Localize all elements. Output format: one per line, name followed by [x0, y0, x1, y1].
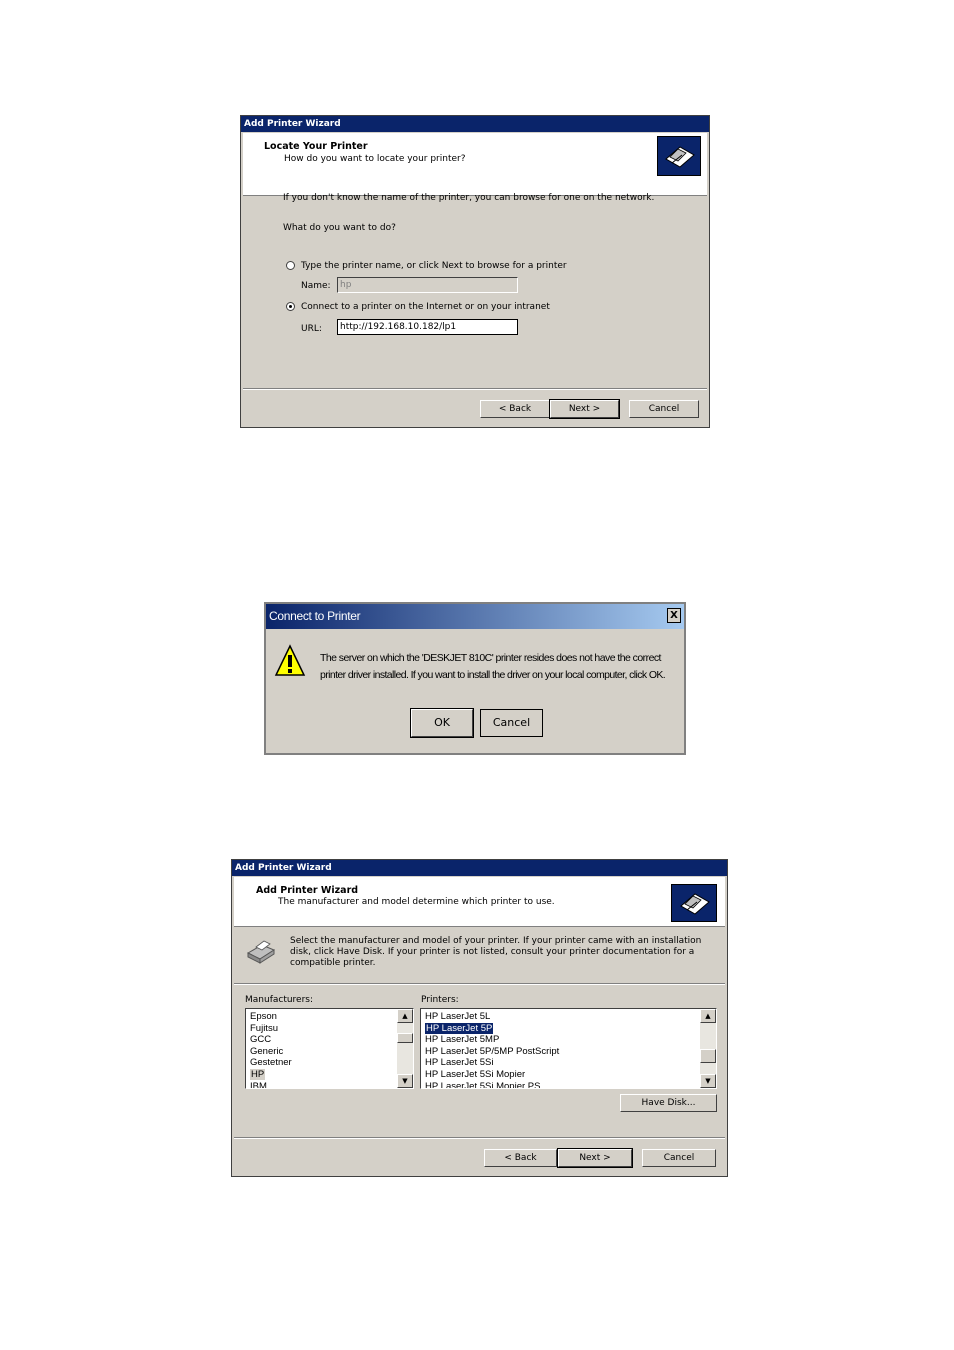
arrow-up-icon: ▲ — [705, 1012, 711, 1020]
url-label: URL: — [301, 324, 322, 334]
wizard-header: Locate Your Printer How do you want to l… — [243, 133, 707, 196]
title-bar: Add Printer Wizard — [241, 116, 709, 132]
printers-list[interactable]: HP LaserJet 5L HP LaserJet 5P HP LaserJe… — [420, 1008, 717, 1089]
dialog-title: Connect to Printer — [269, 609, 361, 623]
manufacturers-items: Epson Fujitsu GCC Generic Gestetner HP I… — [246, 1011, 397, 1088]
header-title: Locate Your Printer — [264, 141, 368, 152]
radio-connect-internet[interactable] — [286, 302, 295, 311]
list-item[interactable]: HP LaserJet 5P/5MP PostScript — [421, 1046, 700, 1058]
header-subtitle: The manufacturer and model determine whi… — [278, 897, 555, 907]
printer-icon — [244, 937, 278, 965]
arrow-up-icon: ▲ — [402, 1012, 408, 1020]
instructions-line3: compatible printer. — [290, 958, 376, 968]
ok-button[interactable]: OK — [410, 708, 474, 738]
list-item-selected[interactable]: HP LaserJet 5P — [421, 1021, 700, 1035]
option2-label[interactable]: Connect to a printer on the Internet or … — [301, 302, 550, 312]
radio-type-printer-name[interactable] — [286, 261, 295, 270]
instructions-line2: disk, click Have Disk. If your printer i… — [290, 947, 695, 957]
dialog-cancel-button[interactable]: Cancel — [480, 709, 543, 737]
list-item[interactable]: Gestetner — [246, 1057, 397, 1069]
list-item[interactable]: HP LaserJet 5Si Mopier PS — [421, 1081, 700, 1088]
add-printer-wizard-model: Add Printer Wizard Add Printer Wizard Th… — [231, 859, 728, 1177]
cancel-button[interactable]: Cancel — [629, 400, 699, 418]
list-item[interactable]: Fujitsu — [246, 1023, 397, 1035]
name-input[interactable]: hp — [337, 277, 518, 293]
dialog-message-line2: printer driver installed. If you want to… — [320, 669, 666, 681]
arrow-down-icon: ▼ — [705, 1077, 711, 1085]
url-input[interactable]: http://192.168.10.182/lp1 — [337, 319, 518, 335]
name-label: Name: — [301, 281, 331, 291]
manufacturers-scrollbar[interactable]: ▲ ▼ — [397, 1009, 413, 1088]
header-subtitle: How do you want to locate your printer? — [284, 154, 466, 164]
next-button[interactable]: Next > — [549, 399, 620, 419]
printers-label: Printers: — [421, 995, 459, 1005]
close-icon: X — [670, 610, 678, 621]
next-button[interactable]: Next > — [557, 1148, 633, 1168]
close-button[interactable]: X — [667, 608, 681, 623]
header-title: Add Printer Wizard — [256, 885, 359, 896]
scroll-down-button[interactable]: ▼ — [397, 1074, 413, 1088]
scroll-thumb[interactable] — [397, 1033, 413, 1043]
manufacturers-label: Manufacturers: — [245, 995, 314, 1005]
printer-wizard-icon — [657, 136, 701, 176]
list-item[interactable]: HP LaserJet 5Si Mopier — [421, 1069, 700, 1081]
title-bar: Add Printer Wizard — [232, 860, 727, 876]
separator — [234, 1137, 725, 1139]
cancel-button[interactable]: Cancel — [642, 1149, 716, 1167]
list-item-label: HP — [250, 1068, 266, 1080]
separator — [234, 983, 725, 985]
list-item[interactable]: IBM — [246, 1081, 397, 1088]
intro-text: If you don't know the name of the printe… — [283, 193, 655, 203]
instructions-line1: Select the manufacturer and model of you… — [290, 936, 702, 946]
separator — [243, 388, 707, 390]
printers-scrollbar[interactable]: ▲ ▼ — [700, 1009, 716, 1088]
connect-to-printer-dialog: Connect to Printer X The server on which… — [264, 602, 686, 755]
list-item[interactable]: Epson — [246, 1011, 397, 1023]
dialog-message-line1: The server on which the 'DESKJET 810C' p… — [320, 652, 661, 664]
wizard-header: Add Printer Wizard The manufacturer and … — [234, 877, 725, 927]
list-item[interactable]: GCC — [246, 1034, 397, 1046]
list-item[interactable]: HP LaserJet 5Si — [421, 1057, 700, 1069]
list-item-label: HP LaserJet 5P — [423, 1021, 495, 1035]
have-disk-button[interactable]: Have Disk... — [620, 1094, 717, 1112]
list-item[interactable]: Generic — [246, 1046, 397, 1058]
question-text: What do you want to do? — [283, 223, 396, 233]
printer-wizard-icon — [671, 884, 717, 922]
arrow-down-icon: ▼ — [402, 1077, 408, 1085]
dialog-title-bar: Connect to Printer X — [266, 604, 684, 629]
manufacturers-list[interactable]: Epson Fujitsu GCC Generic Gestetner HP I… — [245, 1008, 414, 1089]
option1-label[interactable]: Type the printer name, or click Next to … — [301, 261, 567, 271]
warning-icon — [274, 644, 306, 678]
list-item[interactable]: HP LaserJet 5MP — [421, 1034, 700, 1046]
scroll-down-button[interactable]: ▼ — [700, 1074, 716, 1088]
scroll-up-button[interactable]: ▲ — [397, 1009, 413, 1023]
back-button[interactable]: < Back — [480, 400, 550, 418]
back-button[interactable]: < Back — [484, 1149, 557, 1167]
add-printer-wizard-locate: Add Printer Wizard Locate Your Printer H… — [240, 115, 710, 428]
printers-items: HP LaserJet 5L HP LaserJet 5P HP LaserJe… — [421, 1011, 700, 1088]
list-item-selected[interactable]: HP — [246, 1068, 397, 1081]
scroll-up-button[interactable]: ▲ — [700, 1009, 716, 1023]
scroll-thumb[interactable] — [700, 1049, 716, 1063]
list-item[interactable]: HP LaserJet 5L — [421, 1011, 700, 1023]
